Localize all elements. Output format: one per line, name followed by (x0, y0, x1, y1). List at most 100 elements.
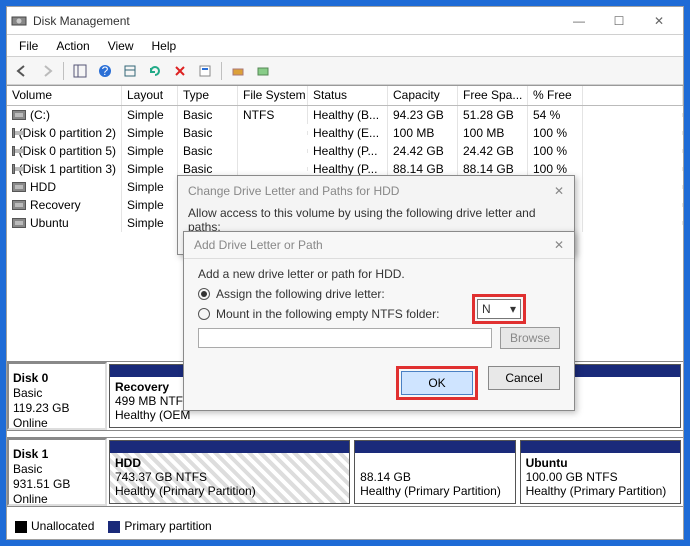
dlg1-title: Change Drive Letter and Paths for HDD (188, 184, 399, 198)
drive-letter-value: N (482, 302, 491, 316)
disk-label[interactable]: Disk 0 Basic 119.23 GB Online (7, 362, 107, 430)
volume-free: 51.28 GB (458, 106, 528, 124)
volume-type: Basic (178, 106, 238, 124)
dlg1-close-button[interactable]: ✕ (554, 184, 564, 198)
mount-folder-input[interactable] (198, 328, 492, 348)
volume-icon (12, 128, 15, 138)
volume-fs (238, 131, 308, 135)
minimize-button[interactable]: — (559, 9, 599, 33)
col-status[interactable]: Status (308, 86, 388, 105)
disk-row: Disk 1 Basic 931.51 GB Online HDD 743.37… (7, 437, 683, 507)
volume-icon (12, 200, 26, 210)
volume-capacity: 94.23 GB (388, 106, 458, 124)
radio-mount-folder[interactable] (198, 308, 210, 320)
partition-status: Healthy (OEM (115, 408, 190, 422)
disk-size: 931.51 GB (13, 477, 101, 491)
volume-pfree: 54 % (528, 106, 583, 124)
col-layout[interactable]: Layout (122, 86, 178, 105)
partition-name: HDD (115, 456, 141, 470)
disk-button[interactable] (227, 60, 249, 82)
partition-sub: 499 MB NTFS (115, 394, 191, 408)
volume-layout: Simple (122, 160, 178, 178)
refresh-button[interactable] (144, 60, 166, 82)
add-drive-letter-dialog: Add Drive Letter or Path ✕ Add a new dri… (183, 231, 575, 411)
drive-letter-select[interactable]: N ▾ (477, 299, 521, 319)
volume-layout: Simple (122, 214, 178, 232)
col-type[interactable]: Type (178, 86, 238, 105)
forward-button[interactable] (36, 60, 58, 82)
close-button[interactable]: ✕ (639, 9, 679, 33)
col-capacity[interactable]: Capacity (388, 86, 458, 105)
volume-list-header: Volume Layout Type File System Status Ca… (7, 86, 683, 106)
chevron-down-icon: ▾ (510, 302, 516, 316)
label-mount-folder: Mount in the following empty NTFS folder… (216, 307, 439, 321)
menu-action[interactable]: Action (48, 37, 97, 55)
col-volume[interactable]: Volume (7, 86, 122, 105)
partition-sub: 100.00 GB NTFS (526, 470, 618, 484)
volume-row[interactable]: (Disk 0 partition 2) Simple Basic Health… (7, 124, 683, 142)
volume-layout: Simple (122, 106, 178, 124)
volume-free: 100 MB (458, 124, 528, 142)
volume-icon (12, 164, 15, 174)
titlebar: Disk Management — ☐ ✕ (7, 7, 683, 35)
disk-name: Disk 1 (13, 447, 101, 461)
settings-button[interactable] (119, 60, 141, 82)
drive-letter-highlight: N ▾ (472, 294, 526, 324)
menu-help[interactable]: Help (144, 37, 185, 55)
volume-layout: Simple (122, 124, 178, 142)
volume-pfree: 100 % (528, 142, 583, 160)
partition[interactable]: HDD 743.37 GB NTFS Healthy (Primary Part… (109, 440, 350, 504)
properties-button[interactable] (194, 60, 216, 82)
volume-status: Healthy (E... (308, 124, 388, 142)
volume-name: (Disk 0 partition 5) (19, 144, 116, 158)
menu-view[interactable]: View (100, 37, 142, 55)
disk-label[interactable]: Disk 1 Basic 931.51 GB Online (7, 438, 107, 506)
maximize-button[interactable]: ☐ (599, 9, 639, 33)
volume-icon (12, 146, 15, 156)
radio-assign-letter[interactable] (198, 288, 210, 300)
back-button[interactable] (11, 60, 33, 82)
volume-layout: Simple (122, 196, 178, 214)
volume-pfree: 100 % (528, 124, 583, 142)
menu-file[interactable]: File (11, 37, 46, 55)
col-fs[interactable]: File System (238, 86, 308, 105)
volume-fs: NTFS (238, 106, 308, 124)
col-free[interactable]: Free Spa... (458, 86, 528, 105)
dlg2-close-button[interactable]: ✕ (554, 238, 564, 252)
window-title: Disk Management (33, 14, 559, 28)
partition-sub: 743.37 GB NTFS (115, 470, 207, 484)
volume-name: (C:) (30, 108, 50, 122)
partition-status: Healthy (Primary Partition) (360, 484, 501, 498)
disk-size: 119.23 GB (13, 401, 101, 415)
partition[interactable]: Ubuntu 100.00 GB NTFS Healthy (Primary P… (520, 440, 681, 504)
partition-status: Healthy (Primary Partition) (526, 484, 667, 498)
ok-button[interactable]: OK (401, 371, 473, 395)
cancel-button[interactable]: Cancel (488, 366, 560, 390)
toolbar: ? (7, 57, 683, 85)
volume-name: (Disk 0 partition 2) (19, 126, 116, 140)
app-icon (11, 13, 27, 29)
volume-name: Ubuntu (30, 216, 69, 230)
legend-primary: Primary partition (124, 519, 211, 533)
help-button[interactable]: ? (94, 60, 116, 82)
disk-name: Disk 0 (13, 371, 101, 385)
col-pfree[interactable]: % Free (528, 86, 583, 105)
volume-type: Basic (178, 142, 238, 160)
disk-state: Online (13, 492, 101, 506)
partition[interactable]: 88.14 GB Healthy (Primary Partition) (354, 440, 515, 504)
disk-state: Online (13, 416, 101, 430)
volume-type: Basic (178, 124, 238, 142)
volume-name: HDD (30, 180, 56, 194)
volume-name: Recovery (30, 198, 81, 212)
browse-button: Browse (500, 327, 560, 349)
svg-text:?: ? (102, 64, 109, 78)
volume-capacity: 100 MB (388, 124, 458, 142)
volume-row[interactable]: (C:) Simple Basic NTFS Healthy (B... 94.… (7, 106, 683, 124)
volume-button[interactable] (252, 60, 274, 82)
delete-button[interactable] (169, 60, 191, 82)
volume-row[interactable]: (Disk 0 partition 5) Simple Basic Health… (7, 142, 683, 160)
partition-sub: 88.14 GB (360, 470, 411, 484)
volume-layout: Simple (122, 178, 178, 196)
volume-free: 24.42 GB (458, 142, 528, 160)
show-hide-tree-button[interactable] (69, 60, 91, 82)
